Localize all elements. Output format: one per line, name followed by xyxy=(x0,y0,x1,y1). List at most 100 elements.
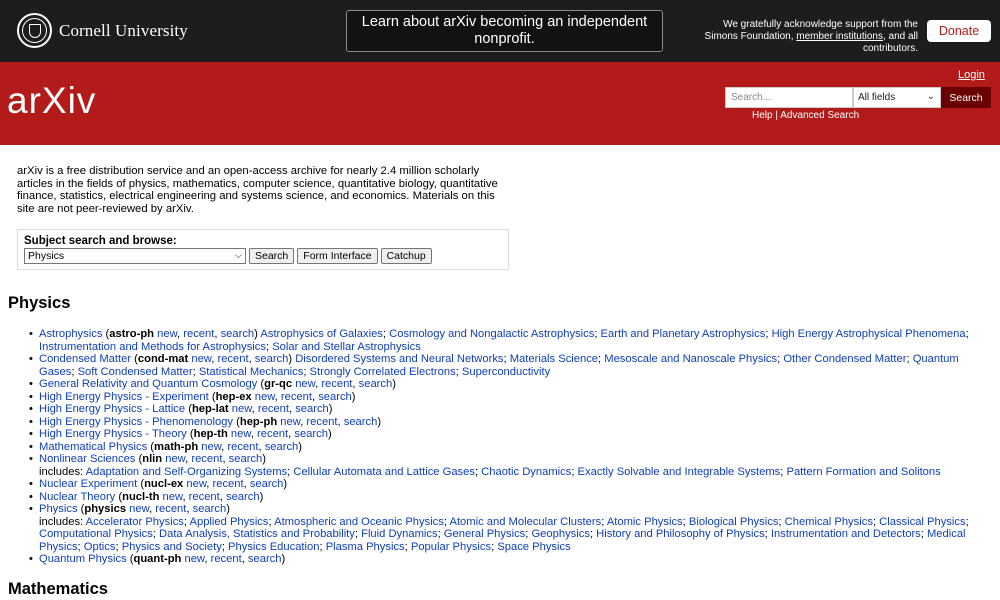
subcategory-link[interactable]: Popular Physics xyxy=(411,541,491,553)
new-link[interactable]: new xyxy=(232,403,252,415)
form-interface-button[interactable]: Form Interface xyxy=(297,248,378,264)
subcategory-link[interactable]: Pattern Formation and Solitons xyxy=(787,466,941,478)
archive-link[interactable]: Physics xyxy=(39,503,78,515)
archive-link[interactable]: Astrophysics xyxy=(39,328,102,340)
recent-link[interactable]: recent xyxy=(227,441,258,453)
archive-link[interactable]: Nonlinear Sciences xyxy=(39,453,135,465)
new-link[interactable]: new xyxy=(163,491,183,503)
subcategory-link[interactable]: Chemical Physics xyxy=(785,516,873,528)
archive-link[interactable]: High Energy Physics - Experiment xyxy=(39,391,209,403)
subcategory-link[interactable]: Instrumentation and Detectors xyxy=(771,528,921,540)
archive-link[interactable]: Nuclear Experiment xyxy=(39,478,137,490)
subcategory-link[interactable]: Superconductivity xyxy=(462,366,550,378)
subcategory-link[interactable]: High Energy Astrophysical Phenomena xyxy=(772,328,966,340)
new-link[interactable]: new xyxy=(255,391,275,403)
search-link[interactable]: search xyxy=(229,453,263,465)
subcategory-link[interactable]: Cosmology and Nongalactic Astrophysics xyxy=(389,328,594,340)
search-button[interactable]: Search xyxy=(941,87,991,108)
subcategory-link[interactable]: Astrophysics of Galaxies xyxy=(260,328,383,340)
subcategory-link[interactable]: General Physics xyxy=(444,528,525,540)
archive-link[interactable]: Mathematical Physics xyxy=(39,441,147,453)
new-link[interactable]: new xyxy=(280,416,300,428)
new-link[interactable]: new xyxy=(157,328,177,340)
search-link[interactable]: search xyxy=(250,478,284,490)
subcategory-link[interactable]: Atmospheric and Oceanic Physics xyxy=(274,516,444,528)
subcategory-link[interactable]: Chaotic Dynamics xyxy=(481,466,571,478)
recent-link[interactable]: recent xyxy=(191,453,222,465)
recent-link[interactable]: recent xyxy=(213,478,244,490)
archive-link[interactable]: Nuclear Theory xyxy=(39,491,115,503)
search-link[interactable]: search xyxy=(193,503,227,515)
search-input[interactable] xyxy=(725,87,853,108)
search-link[interactable]: search xyxy=(248,553,282,565)
subcategory-link[interactable]: Instrumentation and Methods for Astrophy… xyxy=(39,341,266,353)
new-link[interactable]: new xyxy=(231,428,251,440)
subcategory-link[interactable]: Plasma Physics xyxy=(326,541,405,553)
search-link[interactable]: search xyxy=(344,416,378,428)
search-link[interactable]: search xyxy=(295,403,329,415)
subject-search-button[interactable]: Search xyxy=(249,248,295,264)
subcategory-link[interactable]: Strongly Correlated Electrons xyxy=(310,366,456,378)
new-link[interactable]: new xyxy=(186,478,206,490)
subcategory-link[interactable]: Mesoscale and Nanoscale Physics xyxy=(604,353,777,365)
nonprofit-notice-link[interactable]: Learn about arXiv becoming an independen… xyxy=(346,10,663,52)
subcategory-link[interactable]: Fluid Dynamics xyxy=(361,528,437,540)
login-link[interactable]: Login xyxy=(958,69,985,81)
recent-link[interactable]: recent xyxy=(189,491,220,503)
subcategory-link[interactable]: Exactly Solvable and Integrable Systems xyxy=(578,466,781,478)
search-link[interactable]: search xyxy=(265,441,299,453)
recent-link[interactable]: recent xyxy=(183,328,214,340)
archive-link[interactable]: General Relativity and Quantum Cosmology xyxy=(39,378,257,390)
help-link[interactable]: Help xyxy=(752,110,773,121)
catchup-button[interactable]: Catchup xyxy=(380,248,432,264)
subcategory-link[interactable]: Earth and Planetary Astrophysics xyxy=(601,328,766,340)
recent-link[interactable]: recent xyxy=(211,553,242,565)
recent-link[interactable]: recent xyxy=(155,503,186,515)
subcategory-link[interactable]: Solar and Stellar Astrophysics xyxy=(272,341,421,353)
recent-link[interactable]: recent xyxy=(257,428,288,440)
subcategory-link[interactable]: Data Analysis, Statistics and Probabilit… xyxy=(159,528,355,540)
subcategory-link[interactable]: Space Physics xyxy=(497,541,570,553)
subcategory-link[interactable]: Classical Physics xyxy=(879,516,965,528)
recent-link[interactable]: recent xyxy=(321,378,352,390)
new-link[interactable]: new xyxy=(184,553,204,565)
archive-link[interactable]: High Energy Physics - Phenomenology xyxy=(39,416,233,428)
subcategory-link[interactable]: Cellular Automata and Lattice Gases xyxy=(293,466,475,478)
recent-link[interactable]: recent xyxy=(258,403,289,415)
advanced-search-link[interactable]: Advanced Search xyxy=(780,110,859,121)
arxiv-logo[interactable]: arXiv xyxy=(7,77,117,127)
archive-link[interactable]: Condensed Matter xyxy=(39,353,131,365)
subcategory-link[interactable]: Statistical Mechanics xyxy=(199,366,303,378)
subcategory-link[interactable]: Materials Science xyxy=(510,353,598,365)
search-link[interactable]: search xyxy=(255,353,289,365)
subcategory-link[interactable]: Other Condensed Matter xyxy=(783,353,906,365)
member-institutions-link[interactable]: member institutions xyxy=(796,31,883,42)
recent-link[interactable]: recent xyxy=(281,391,312,403)
subcategory-link[interactable]: Applied Physics xyxy=(190,516,269,528)
archive-link[interactable]: High Energy Physics - Lattice xyxy=(39,403,185,415)
search-link[interactable]: search xyxy=(221,328,255,340)
subcategory-link[interactable]: Disordered Systems and Neural Networks xyxy=(295,353,503,365)
subcategory-link[interactable]: Computational Physics xyxy=(39,528,153,540)
search-link[interactable]: search xyxy=(359,378,393,390)
subcategory-link[interactable]: Physics Education xyxy=(228,541,319,553)
subcategory-link[interactable]: Physics and Society xyxy=(122,541,222,553)
subcategory-link[interactable]: History and Philosophy of Physics xyxy=(596,528,765,540)
subcategory-link[interactable]: Biological Physics xyxy=(689,516,779,528)
subcategory-link[interactable]: Soft Condensed Matter xyxy=(78,366,193,378)
subcategory-link[interactable]: Adaptation and Self-Organizing Systems xyxy=(86,466,287,478)
donate-button[interactable]: Donate xyxy=(927,20,991,42)
recent-link[interactable]: recent xyxy=(217,353,248,365)
search-link[interactable]: search xyxy=(318,391,352,403)
new-link[interactable]: new xyxy=(201,441,221,453)
search-link[interactable]: search xyxy=(226,491,260,503)
new-link[interactable]: new xyxy=(295,378,315,390)
archive-link[interactable]: Quantum Physics xyxy=(39,553,127,565)
subcategory-link[interactable]: Geophysics xyxy=(531,528,589,540)
search-link[interactable]: search xyxy=(294,428,328,440)
subcategory-link[interactable]: Atomic Physics xyxy=(607,516,683,528)
archive-link[interactable]: High Energy Physics - Theory xyxy=(39,428,187,440)
subcategory-link[interactable]: Optics xyxy=(84,541,116,553)
subject-select[interactable]: Physics ⌵ xyxy=(24,248,246,264)
new-link[interactable]: new xyxy=(165,453,185,465)
